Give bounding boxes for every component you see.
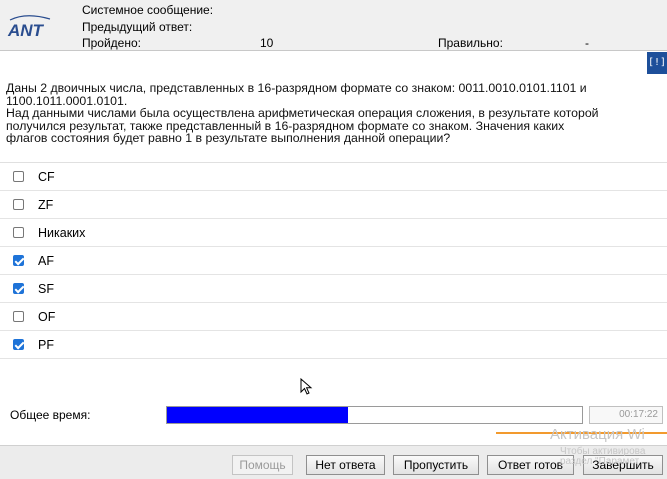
skip-button[interactable]: Пропустить: [393, 455, 479, 475]
checkbox[interactable]: [13, 199, 24, 210]
activation-watermark-text: Чтобы активирова раздел "Парамет: [560, 447, 645, 467]
help-button[interactable]: Помощь: [232, 455, 293, 475]
option-cf[interactable]: CF: [0, 163, 667, 191]
option-label: OF: [38, 310, 56, 324]
checkbox[interactable]: [13, 339, 24, 350]
flag-question-button[interactable]: [!]: [647, 52, 667, 74]
total-time-value: 00:17:22: [589, 406, 663, 424]
ant-logo: ANT: [7, 15, 51, 40]
checkbox[interactable]: [13, 171, 24, 182]
option-pf[interactable]: PF: [0, 331, 667, 359]
option-sf[interactable]: SF: [0, 275, 667, 303]
header-panel: ANT Системное сообщение: Предыдущий отве…: [0, 0, 667, 51]
activation-watermark-title: Активация Wi: [550, 426, 645, 443]
time-progress-fill: [167, 407, 348, 423]
option-zf[interactable]: ZF: [0, 191, 667, 219]
logo-text: ANT: [7, 21, 45, 40]
no-answer-button[interactable]: Нет ответа: [306, 455, 385, 475]
time-progress-bar: [166, 406, 583, 424]
option-label: Никаких: [38, 226, 86, 240]
passed-value: 10: [260, 36, 274, 50]
option-of[interactable]: OF: [0, 303, 667, 331]
question-line: флагов состояния будет равно 1 в результ…: [6, 131, 451, 145]
option-label: SF: [38, 282, 54, 296]
previous-answer-label: Предыдущий ответ:: [82, 20, 193, 34]
option-label: PF: [38, 338, 54, 352]
checkbox[interactable]: [13, 311, 24, 322]
option-af[interactable]: AF: [0, 247, 667, 275]
watermark-line: раздел "Парамет: [560, 456, 640, 467]
option-label: AF: [38, 254, 54, 268]
question-text: Даны 2 двоичных числа, представленных в …: [6, 82, 662, 145]
answer-options-list: CF ZF Никаких AF SF OF PF: [0, 162, 667, 359]
option-label: ZF: [38, 198, 54, 212]
system-message-label: Системное сообщение:: [82, 3, 214, 17]
passed-label: Пройдено:: [82, 36, 141, 50]
correct-label: Правильно:: [438, 36, 503, 50]
correct-value: -: [585, 36, 589, 50]
checkbox[interactable]: [13, 255, 24, 266]
question-line: Даны 2 двоичных числа, представленных в …: [6, 81, 587, 95]
mouse-cursor-icon: [300, 378, 313, 395]
checkbox[interactable]: [13, 283, 24, 294]
question-line: Над данными числами была осуществлена ар…: [6, 106, 599, 120]
checkbox[interactable]: [13, 227, 24, 238]
option-label: CF: [38, 170, 55, 184]
total-time-label: Общее время:: [10, 408, 91, 422]
total-time-row: Общее время: 00:17:22: [0, 403, 667, 427]
option-none[interactable]: Никаких: [0, 219, 667, 247]
